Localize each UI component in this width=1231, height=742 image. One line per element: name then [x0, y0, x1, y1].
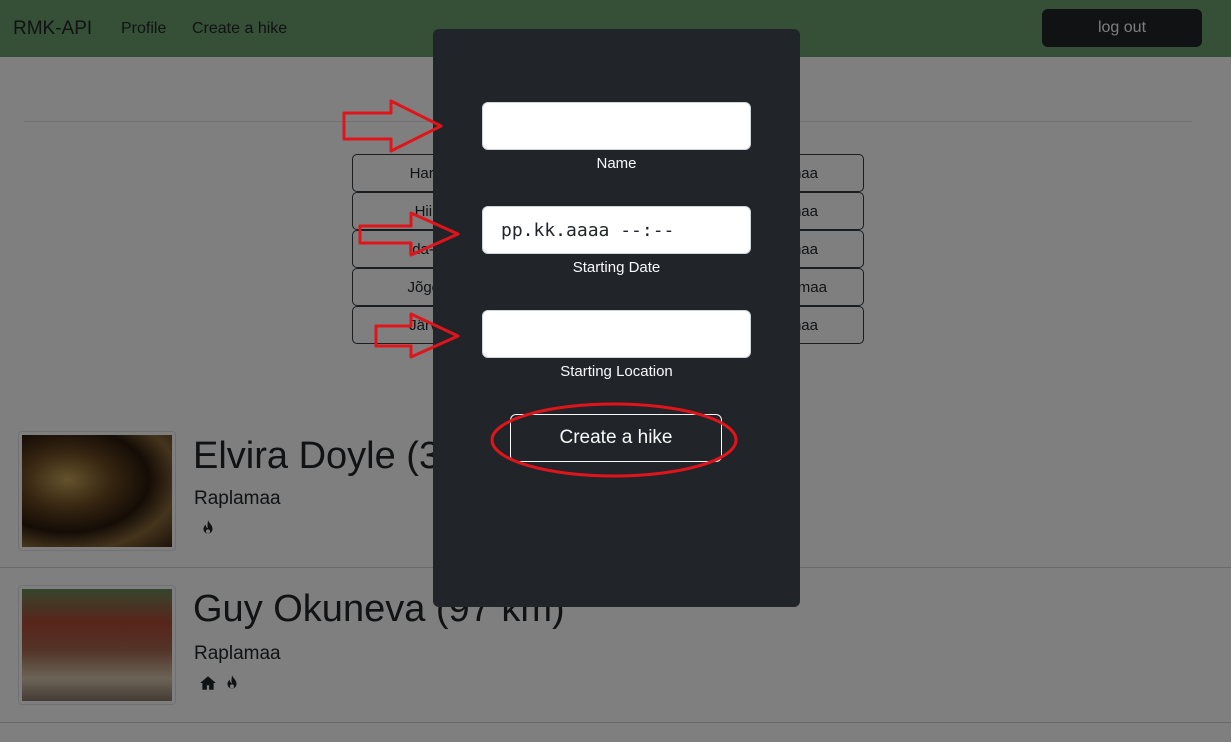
name-input[interactable]	[482, 102, 751, 150]
create-hike-button[interactable]: Create a hike	[510, 414, 722, 462]
starting-date-label: Starting Date	[572, 259, 661, 276]
name-label: Name	[596, 155, 637, 172]
starting-location-input[interactable]	[482, 310, 751, 358]
starting-location-label: Starting Location	[560, 363, 673, 380]
create-hike-modal: Name pp.kk.aaaa --:-- Starting Date Star…	[433, 29, 800, 607]
starting-date-input[interactable]: pp.kk.aaaa --:--	[482, 206, 751, 254]
